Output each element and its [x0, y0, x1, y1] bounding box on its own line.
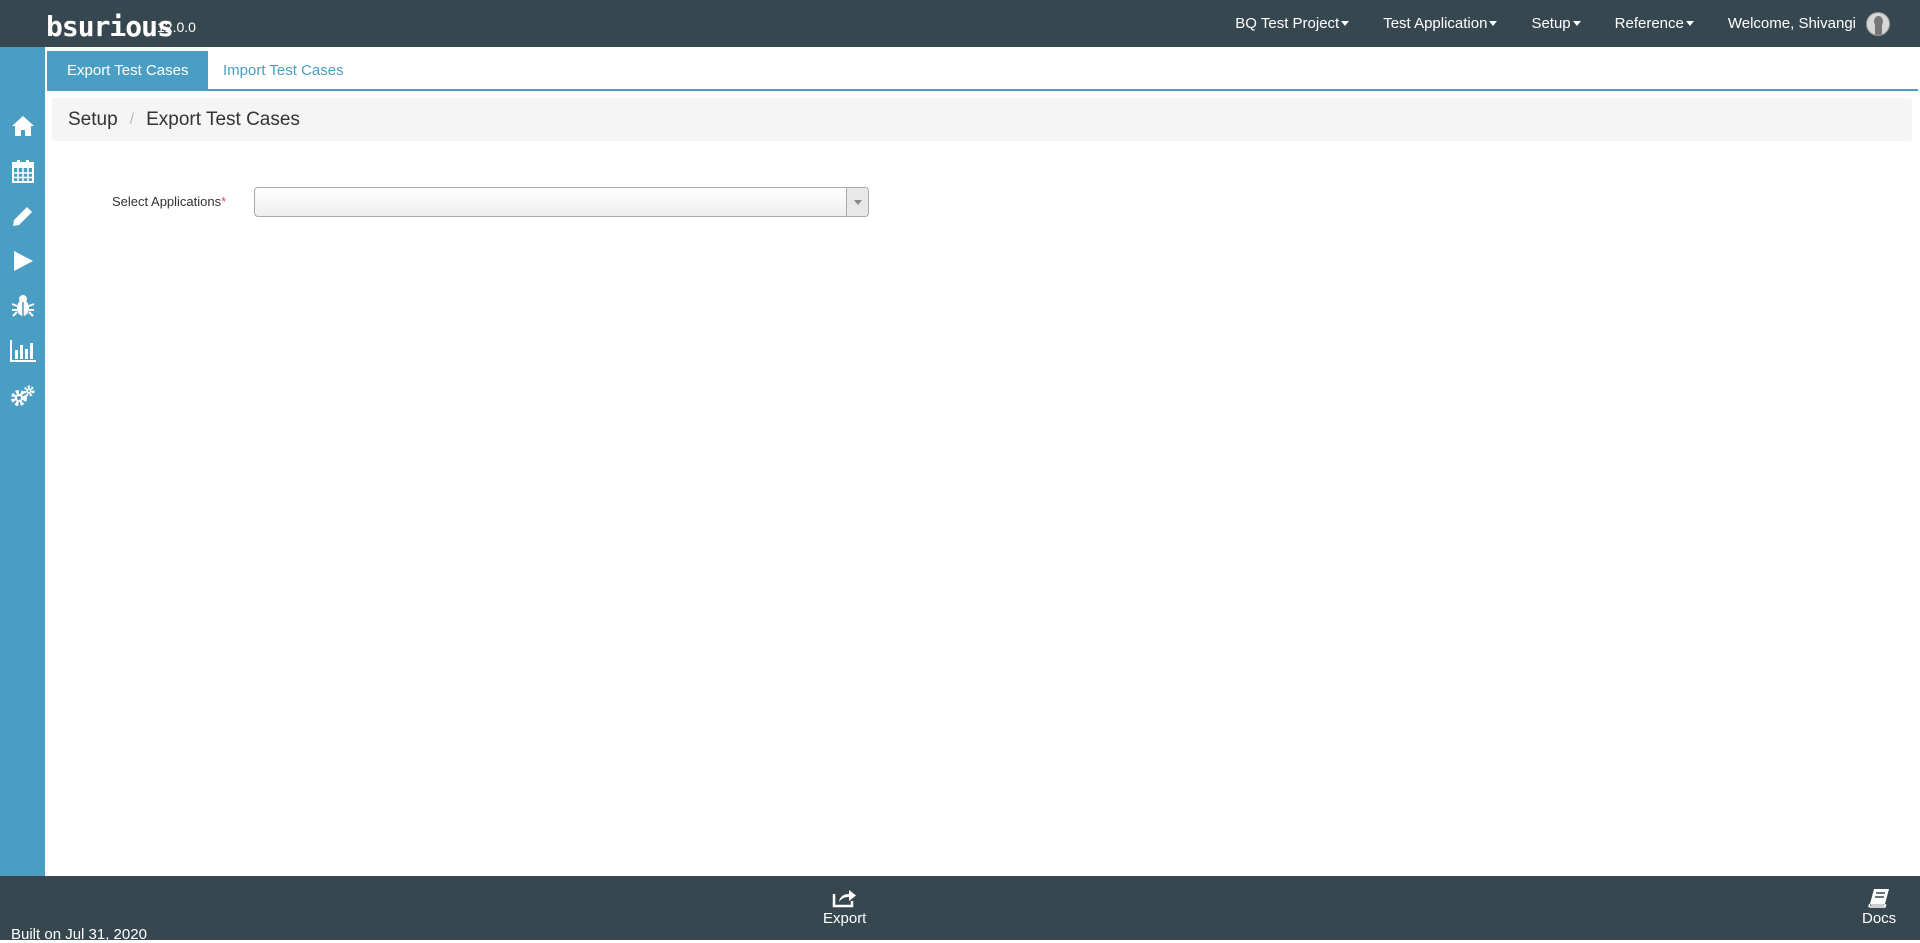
bug-icon[interactable] — [10, 293, 36, 319]
caret-down-icon — [1572, 21, 1581, 26]
dropdown-arrow-icon[interactable] — [846, 188, 868, 216]
tab-bar: Export Test Cases Import Test Cases — [47, 51, 1918, 91]
caret-down-icon — [1489, 21, 1498, 26]
select-applications-dropdown[interactable] — [254, 187, 869, 217]
home-icon[interactable] — [10, 113, 36, 139]
app-version: 12.0.0 — [157, 19, 196, 35]
docs-button[interactable]: Docs — [1862, 888, 1896, 927]
select-applications-label-text: Select Applications — [112, 194, 222, 209]
share-export-icon — [832, 890, 856, 908]
bar-chart-icon[interactable] — [10, 338, 36, 364]
book-icon — [1868, 889, 1890, 908]
top-navbar: bsurious 12.0.0 BQ Test Project Test App… — [0, 0, 1920, 47]
required-marker: * — [221, 194, 227, 209]
application-dropdown[interactable]: Test Application — [1383, 15, 1498, 32]
docs-button-label: Docs — [1862, 910, 1897, 927]
setup-dropdown[interactable]: Setup — [1531, 15, 1581, 32]
build-date: Built on Jul 31, 2020 — [11, 926, 147, 943]
tab-export-test-cases[interactable]: Export Test Cases — [47, 51, 209, 89]
application-dropdown-label: Test Application — [1383, 15, 1488, 32]
user-avatar[interactable] — [1866, 11, 1890, 36]
tab-import-test-cases[interactable]: Import Test Cases — [203, 51, 364, 89]
caret-down-icon — [1341, 21, 1350, 26]
project-dropdown-label: BQ Test Project — [1235, 15, 1340, 32]
project-dropdown[interactable]: BQ Test Project — [1235, 15, 1350, 32]
left-sidebar — [0, 47, 45, 876]
pencil-icon[interactable] — [10, 203, 36, 229]
gears-icon[interactable] — [10, 383, 36, 409]
select-applications-label: Select Applications* — [112, 194, 226, 209]
breadcrumb-separator: / — [129, 110, 135, 128]
welcome-user[interactable]: Welcome, Shivangi — [1728, 15, 1856, 32]
breadcrumb-current: Export Test Cases — [146, 108, 300, 130]
reference-dropdown[interactable]: Reference — [1615, 15, 1694, 32]
export-button-label: Export — [823, 910, 867, 927]
caret-down-icon — [1685, 21, 1694, 26]
breadcrumb-setup[interactable]: Setup — [68, 109, 118, 131]
logo-text: bsurious — [46, 10, 174, 43]
export-button[interactable]: Export — [823, 888, 866, 927]
setup-dropdown-label: Setup — [1531, 15, 1571, 32]
reference-dropdown-label: Reference — [1614, 15, 1684, 32]
app-logo[interactable]: bsurious — [46, 5, 174, 45]
breadcrumb: Setup / Export Test Cases — [52, 98, 1912, 141]
calendar-icon[interactable] — [10, 158, 36, 184]
footer: Built on Jul 31, 2020 Export Docs — [0, 876, 1920, 943]
play-icon[interactable] — [10, 248, 36, 274]
top-nav-menu: BQ Test Project Test Application Setup R… — [1235, 0, 1920, 47]
